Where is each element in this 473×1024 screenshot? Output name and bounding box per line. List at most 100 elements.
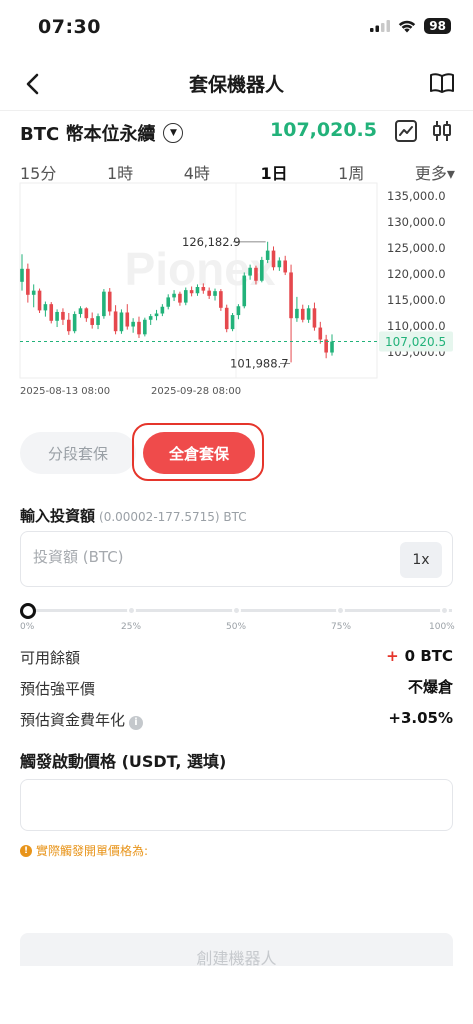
invest-amount-input[interactable] — [33, 548, 333, 566]
candle-body — [137, 321, 141, 335]
candle-body — [154, 313, 159, 317]
x-tick-label: 2025-09-28 08:00 — [151, 386, 241, 397]
candle-body — [131, 321, 135, 327]
low-annotation: 101,988.7 — [230, 356, 289, 370]
slider-mark-100[interactable] — [440, 606, 449, 615]
candle-body — [43, 304, 48, 311]
trigger-price-input[interactable] — [20, 779, 453, 831]
candle-body — [107, 291, 112, 312]
y-tick-label: 125,000.0 — [387, 241, 446, 255]
funding-rate-value: +3.05% — [388, 709, 453, 727]
deposit-plus-icon[interactable]: + — [386, 647, 399, 665]
slider-tick-50: 50% — [226, 622, 247, 632]
candle-body — [207, 290, 211, 296]
candle-body — [300, 308, 305, 320]
candle-body — [125, 312, 130, 327]
candle-body — [148, 316, 153, 320]
candle-body — [160, 306, 165, 314]
candle-body — [102, 291, 106, 317]
available-balance-value: +0 BTC — [386, 647, 453, 665]
candle-body — [224, 307, 229, 330]
x-tick-label: 2025-08-13 08:00 — [20, 386, 110, 397]
candle-body — [271, 250, 276, 268]
candle-body — [283, 260, 288, 273]
slider-tick-0: 0% — [20, 622, 35, 632]
candle-body — [295, 308, 299, 319]
slider-mark-50[interactable] — [232, 606, 241, 615]
bottom-fade — [0, 966, 473, 1024]
candle-body — [312, 308, 317, 328]
invest-label: 輸入投資額 (0.00002-177.5715) BTC — [20, 505, 247, 526]
invest-range: (0.00002-177.5715) BTC — [99, 510, 247, 524]
pair-name: BTC 幣本位永續 — [20, 124, 156, 145]
candle-body — [265, 250, 270, 260]
candle-body — [277, 260, 282, 268]
liquidation-price-value: 不爆倉 — [407, 678, 453, 696]
trigger-price-label: 觸發啟動價格 (USDT, 選填) — [20, 752, 227, 771]
candlestick-icon[interactable] — [429, 118, 455, 144]
slider-tick-100: 100% — [429, 622, 455, 632]
chart-watermark: Pionex — [125, 243, 276, 295]
candle-body — [143, 319, 147, 335]
candle-body — [55, 311, 59, 321]
y-tick-label: 110,000.0 — [387, 319, 446, 333]
candle-body — [31, 290, 36, 295]
leverage-button[interactable]: 1x — [400, 542, 442, 578]
candle-body — [189, 290, 194, 294]
candle-body — [318, 327, 323, 340]
price-chart[interactable]: Pionex 135,000.0 130,000.0 125,000.0 120,000… — [0, 180, 473, 405]
status-time: 07:30 — [38, 16, 101, 38]
status-icons: 98 — [370, 18, 451, 34]
slider-handle[interactable] — [20, 603, 36, 619]
guide-book-icon[interactable] — [429, 70, 455, 96]
candle-body — [213, 291, 217, 296]
candle-body — [248, 267, 252, 276]
candle-body — [236, 306, 241, 316]
dropdown-icon[interactable]: ▼ — [163, 123, 184, 143]
warning-info-icon: ! — [20, 844, 32, 857]
pair-selector[interactable]: BTC 幣本位永續 ▼ — [20, 120, 184, 146]
candle-body — [20, 268, 24, 282]
candle-body — [49, 304, 54, 321]
invest-input-box[interactable]: 1x — [20, 531, 453, 587]
trigger-hint-text: 實際觸發開單價格為: — [36, 844, 149, 858]
segmented-hedge-button[interactable]: 分段套保 — [20, 432, 136, 474]
current-price-label: 107,020.5 — [385, 335, 446, 349]
battery-indicator: 98 — [424, 18, 451, 34]
candle-body — [219, 291, 223, 308]
chart-trend-icon[interactable] — [393, 118, 419, 144]
slider-mark-75[interactable] — [336, 606, 345, 615]
candle-body — [72, 314, 77, 332]
y-tick-label: 115,000.0 — [387, 293, 446, 307]
candle-body — [90, 318, 94, 325]
candle-body — [84, 308, 89, 319]
invest-label-text: 輸入投資額 — [20, 507, 96, 525]
candle-body — [242, 275, 247, 307]
cellular-signal-icon — [370, 20, 391, 32]
candle-body — [183, 290, 188, 303]
candle-body — [66, 319, 71, 332]
slider-tick-75: 75% — [331, 622, 352, 632]
candle-body — [96, 316, 100, 325]
candle-body — [26, 268, 30, 295]
slider-mark-25[interactable] — [127, 606, 136, 615]
candle-body — [195, 287, 200, 294]
candle-body — [260, 259, 264, 281]
available-balance-amount: 0 BTC — [404, 647, 453, 665]
candle-body — [119, 312, 124, 332]
trigger-hint: ! 實際觸發開單價格為: — [20, 842, 148, 859]
candle-body — [289, 272, 293, 319]
candle-body — [61, 311, 65, 320]
info-icon[interactable]: i — [129, 716, 144, 730]
candle-body — [254, 267, 258, 281]
funding-rate-label-text: 預估資金費年化 — [20, 711, 126, 729]
candle-body — [172, 293, 176, 298]
candle-body — [37, 290, 42, 311]
candle-body — [230, 315, 235, 330]
page-title: 套保機器人 — [188, 74, 284, 96]
candle-body — [306, 308, 311, 320]
available-balance-label: 可用餘額 — [20, 649, 81, 667]
header-divider — [0, 110, 473, 111]
slider-tick-25: 25% — [121, 622, 142, 632]
full-hedge-button[interactable]: 全倉套保 — [143, 432, 255, 474]
